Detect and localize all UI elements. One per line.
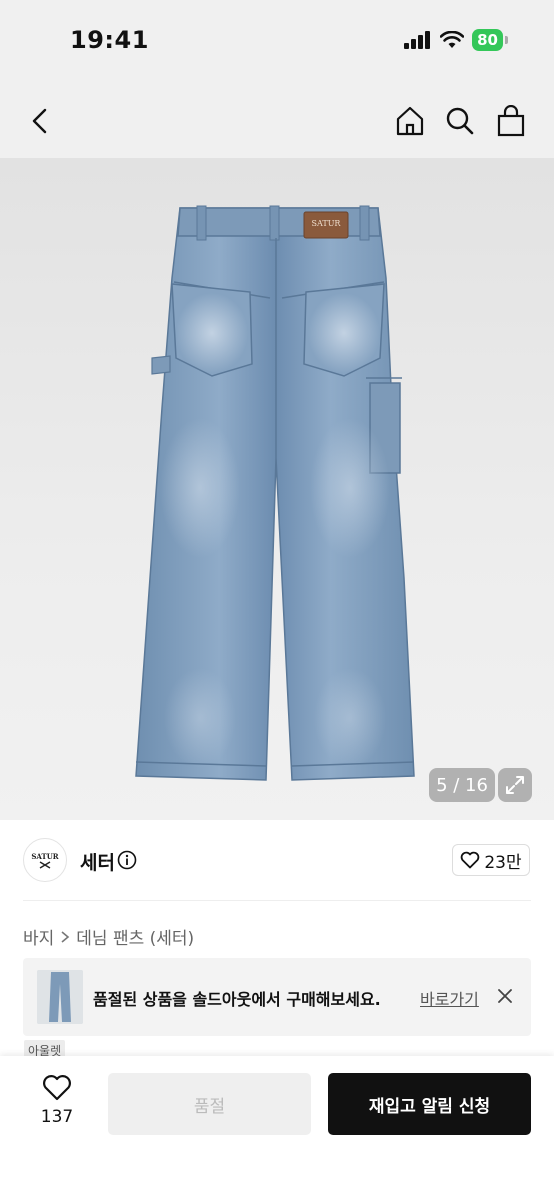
status-bar: 19:41 80 (0, 0, 554, 84)
expand-button[interactable] (498, 768, 532, 802)
image-counter: 5 / 16 (429, 768, 495, 802)
brand-info-button[interactable] (117, 850, 137, 874)
shopping-bag-icon (497, 105, 525, 137)
banner-close-button[interactable] (497, 988, 513, 1004)
heart-icon (43, 1075, 71, 1101)
signal-icon (404, 31, 431, 49)
status-time: 19:41 (70, 26, 149, 54)
brand-likes-count: 23만 (484, 852, 522, 873)
breadcrumb-subcategory[interactable]: 데님 팬츠 (세터) (76, 924, 194, 949)
heart-icon (461, 851, 480, 869)
nav-bar (0, 84, 554, 158)
back-button[interactable] (21, 102, 59, 140)
brand-row: SATUR 세터 23만 (0, 838, 554, 882)
bottom-action-bar: 137 품절 재입고 알림 신청 (0, 1056, 554, 1200)
chevron-left-icon (32, 108, 47, 134)
expand-icon (506, 776, 524, 794)
breadcrumb-category[interactable]: 바지 (23, 924, 54, 949)
wifi-icon (440, 31, 465, 48)
home-button[interactable] (391, 102, 429, 140)
crossed-bones-icon (39, 860, 51, 869)
close-icon (498, 989, 512, 1003)
home-icon (396, 106, 424, 136)
info-icon (117, 850, 137, 870)
chevron-right-icon (61, 930, 70, 943)
search-icon (446, 107, 474, 135)
status-icons: 80 (404, 29, 508, 51)
battery-icon: 80 (472, 29, 503, 51)
restock-alert-button[interactable]: 재입고 알림 신청 (328, 1073, 531, 1135)
wishlist-count: 137 (40, 1107, 74, 1127)
brand-like-button[interactable]: 23만 (452, 844, 530, 876)
wishlist-button[interactable]: 137 (34, 1074, 80, 1127)
brand-logo[interactable]: SATUR (23, 838, 67, 882)
brand-name[interactable]: 세터 (80, 848, 115, 875)
cart-button[interactable] (492, 102, 530, 140)
breadcrumb: 바지 데님 팬츠 (세터) (23, 924, 194, 949)
battery-tip (505, 36, 508, 44)
patch-text: SATUR (312, 219, 342, 228)
divider (23, 900, 531, 901)
product-image[interactable]: SATUR (0, 158, 554, 820)
soldout-button: 품절 (108, 1073, 311, 1135)
banner-thumbnail (37, 970, 83, 1024)
banner-message: 품절된 상품을 솔드아웃에서 구매해보세요. (93, 990, 381, 1009)
banner-link[interactable]: 바로가기 (420, 986, 479, 1010)
jeans-thumbnail (37, 970, 83, 1024)
search-button[interactable] (441, 102, 479, 140)
jeans-image: SATUR (135, 205, 415, 781)
brand-logo-text: SATUR (31, 851, 59, 861)
soldout-banner[interactable]: 품절된 상품을 솔드아웃에서 구매해보세요. 바로가기 (23, 958, 531, 1036)
